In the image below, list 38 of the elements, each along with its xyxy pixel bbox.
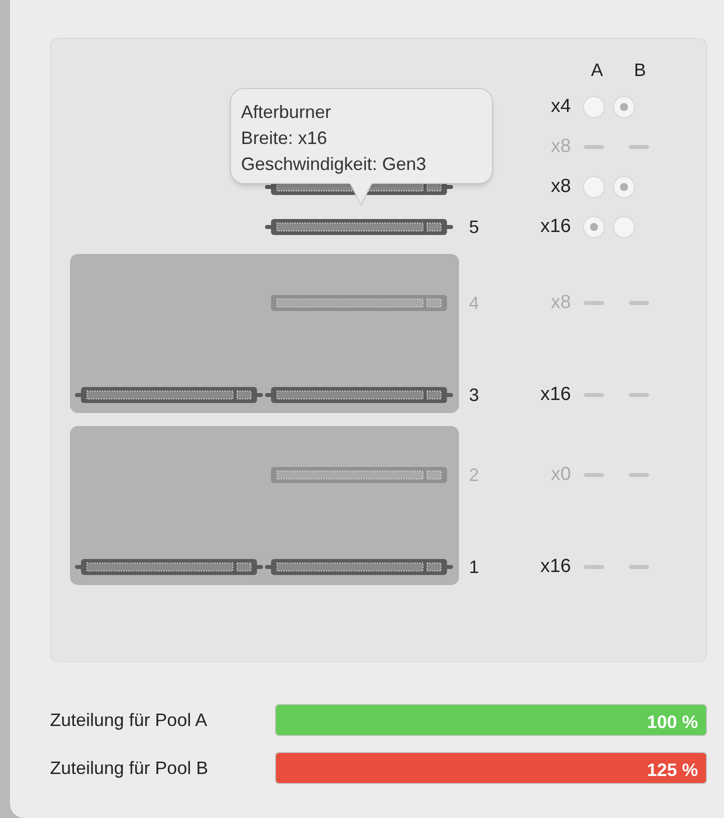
lane-width: x16 bbox=[540, 384, 571, 405]
radio-button[interactable] bbox=[583, 216, 605, 238]
radio-button[interactable] bbox=[613, 216, 635, 238]
lane-width: x16 bbox=[540, 556, 571, 577]
dash-icon bbox=[584, 393, 604, 397]
lane-width: x8 bbox=[550, 176, 571, 197]
dash-icon bbox=[584, 565, 604, 569]
percent-value: 100 % bbox=[646, 711, 698, 734]
lane-width: x0 bbox=[550, 464, 571, 485]
radio-button[interactable] bbox=[583, 176, 605, 198]
slot-number: 1 bbox=[469, 556, 480, 576]
tooltip-text: Afterburner bbox=[241, 101, 332, 124]
lane-width: x16 bbox=[540, 216, 571, 237]
radio-button[interactable] bbox=[613, 96, 635, 118]
column-header: A bbox=[591, 58, 603, 82]
radio-button[interactable] bbox=[613, 176, 635, 198]
pool-label: Zuteilung für Pool B bbox=[50, 756, 210, 780]
dash-icon bbox=[629, 301, 649, 305]
slot-number: 4 bbox=[469, 292, 480, 312]
slot-number: 3 bbox=[469, 384, 480, 404]
dash-icon bbox=[584, 301, 604, 305]
slot-number: 5 bbox=[469, 216, 480, 236]
dash-icon bbox=[629, 145, 649, 149]
slot-number: 2 bbox=[469, 464, 480, 484]
dash-icon bbox=[629, 565, 649, 569]
column-header: B bbox=[634, 58, 646, 82]
pool-label: Zuteilung für Pool A bbox=[50, 708, 208, 732]
radio-button[interactable] bbox=[583, 96, 605, 118]
tooltip-text: Breite: x16 bbox=[241, 127, 328, 150]
tooltip-text: Geschwindigkeit: Gen3 bbox=[241, 153, 428, 176]
dash-icon bbox=[584, 145, 604, 149]
dash-icon bbox=[584, 473, 604, 477]
lane-width: x4 bbox=[550, 96, 571, 117]
percent-value: 125 % bbox=[646, 759, 698, 782]
lane-width: x8 bbox=[550, 292, 571, 313]
dash-icon bbox=[629, 473, 649, 477]
lane-width: x8 bbox=[550, 136, 571, 157]
dash-icon bbox=[629, 393, 649, 397]
